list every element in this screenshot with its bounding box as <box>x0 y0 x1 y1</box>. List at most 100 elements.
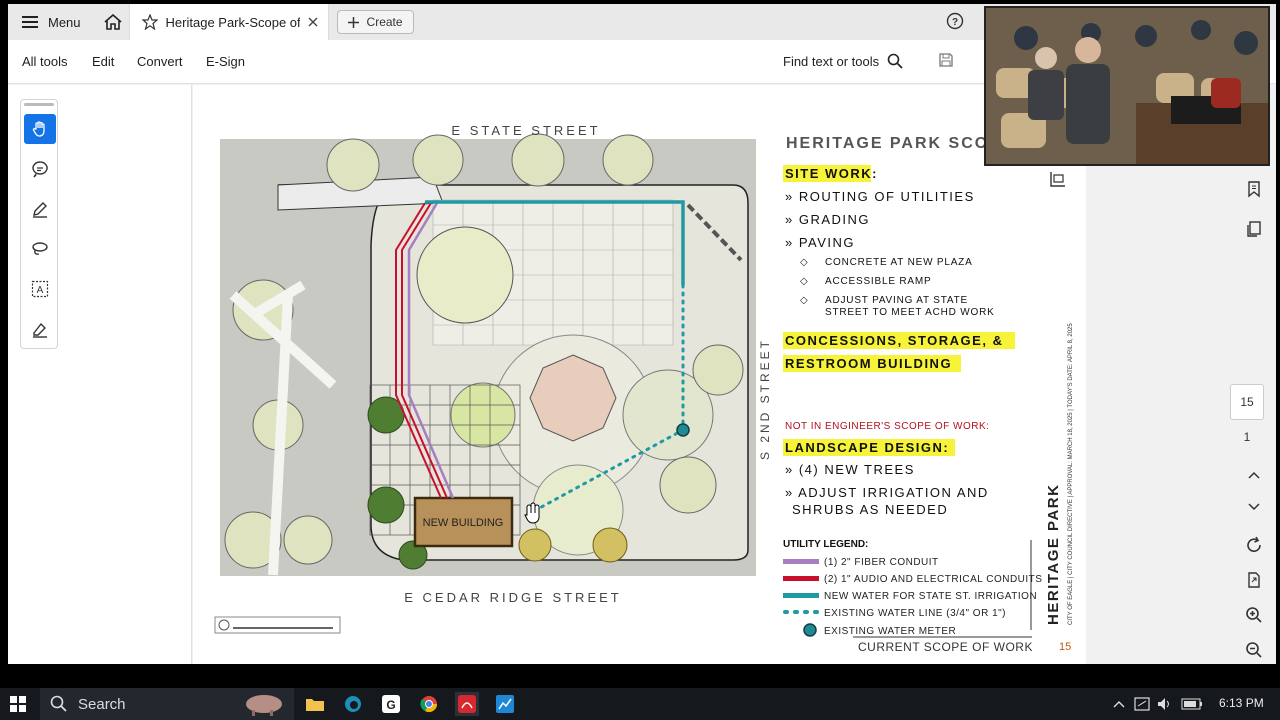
search-icon <box>887 53 903 69</box>
find-text-or-tools[interactable]: Find text or tools <box>783 53 903 69</box>
menu-button[interactable]: Menu <box>8 4 97 40</box>
lasso-icon <box>32 242 48 255</box>
battery-icon <box>1181 698 1202 710</box>
menu-label: Menu <box>48 14 81 30</box>
battery-button[interactable] <box>1180 692 1204 716</box>
scroll-up-button[interactable] <box>1241 462 1267 488</box>
windows-taskbar: Search G 6:13 PM <box>0 688 1280 720</box>
tray-app-button[interactable] <box>1130 692 1154 716</box>
sheet-title: HERITAGE PARK SCO <box>786 135 989 152</box>
draw-tool-button[interactable] <box>24 234 56 264</box>
legend-label: EXISTING WATER METER <box>824 626 956 637</box>
diamond-bullet: ◇ <box>800 295 809 306</box>
legend-swatch-meter <box>803 623 817 637</box>
help-button[interactable]: ? <box>946 12 966 32</box>
site-plan-page: NEW BUILDING E STATE STREET E CEDAR RIDG… <box>214 123 1074 654</box>
bookmark-button[interactable] <box>1241 176 1267 202</box>
paving-item: STREET TO MEET ACHD WORK <box>825 307 995 318</box>
legend-label: EXISTING WATER LINE (3/4" OR 1") <box>824 608 1006 619</box>
sign-tool-button[interactable] <box>24 314 56 344</box>
read-aloud-button[interactable] <box>1048 169 1068 194</box>
concessions-heading: RESTROOM BUILDING <box>785 356 952 371</box>
street-label-bottom: E CEDAR RIDGE STREET <box>404 590 621 605</box>
app-blue-button[interactable] <box>493 692 517 716</box>
water-meter-marker <box>676 423 690 437</box>
search-label: Search <box>78 695 126 713</box>
file-explorer-button[interactable] <box>303 692 327 716</box>
document-tab[interactable]: Heritage Park-Scope of ... <box>128 4 329 40</box>
clock[interactable]: 6:13 PM <box>1219 696 1264 710</box>
diamond-bullet: ◇ <box>800 276 809 287</box>
page-total: 1 <box>1243 430 1251 444</box>
taskbar-search[interactable]: Search <box>40 688 294 720</box>
close-tab-icon[interactable] <box>308 17 318 27</box>
site-item: » PAVING <box>785 235 855 250</box>
zoom-out-button[interactable] <box>1241 637 1267 663</box>
hamburger-icon <box>22 16 38 28</box>
volume-button[interactable] <box>1153 692 1177 716</box>
street-label-top: E STATE STREET <box>451 123 600 138</box>
chevron-up-icon <box>1113 701 1125 708</box>
concessions-heading: CONCESSIONS, STORAGE, & <box>785 333 1003 348</box>
landscape-item: SHRUBS AS NEEDED <box>792 502 948 517</box>
scroll-down-button[interactable] <box>1241 494 1267 520</box>
app-g-button[interactable]: G <box>379 692 403 716</box>
pen-icon <box>33 202 47 218</box>
comment-tool-button[interactable] <box>24 154 56 184</box>
tray-app-icon <box>1134 697 1150 711</box>
edge-browser-button[interactable] <box>341 692 365 716</box>
all-tools-button[interactable]: All tools <box>22 54 68 69</box>
help-icon: ? <box>946 12 964 30</box>
text-box-icon: A <box>31 280 49 298</box>
svg-text:G: G <box>386 698 395 712</box>
zoom-in-icon <box>1246 607 1262 623</box>
folder-icon <box>306 699 324 711</box>
tray-overflow-button[interactable] <box>1107 692 1131 716</box>
chrome-button[interactable] <box>417 692 441 716</box>
acrobat-icon <box>458 695 476 713</box>
chevron-up-icon <box>1248 471 1260 479</box>
legend-swatch-new-water <box>783 593 819 598</box>
speaker-icon <box>1158 698 1169 710</box>
esign-button[interactable]: E-Sign <box>206 54 245 69</box>
save-icon <box>939 53 953 67</box>
home-icon <box>104 14 122 30</box>
convert-button[interactable]: Convert <box>137 54 183 69</box>
zoom-in-button[interactable] <box>1241 602 1267 628</box>
legend-label: (1) 2" FIBER CONDUIT <box>824 557 939 568</box>
text-select-tool-button[interactable]: A <box>24 274 56 304</box>
paving-item: ACCESSIBLE RAMP <box>825 276 931 287</box>
hand-tool-button[interactable] <box>24 114 56 144</box>
plus-icon <box>347 16 359 28</box>
vertical-title: HERITAGE PARK <box>1045 484 1062 625</box>
drag-handle[interactable] <box>24 103 54 106</box>
save-button[interactable] <box>938 52 954 71</box>
diamond-bullet: ◇ <box>800 257 809 268</box>
star-icon[interactable] <box>141 14 158 30</box>
signature-icon <box>33 322 47 338</box>
acrobat-button[interactable] <box>455 692 479 716</box>
create-label: Create <box>366 15 403 29</box>
create-button[interactable]: Create <box>336 10 414 34</box>
chevron-down-icon <box>1248 503 1260 511</box>
landscape-heading: LANDSCAPE DESIGN: <box>785 440 949 455</box>
paving-item: CONCRETE AT NEW PLAZA <box>825 257 973 268</box>
highlight-tool-button[interactable] <box>24 194 56 224</box>
meeting-video-image <box>986 8 1268 164</box>
page-number-input[interactable]: 15 <box>1230 384 1264 420</box>
new-building-label: NEW BUILDING <box>423 517 504 529</box>
landscape-item: » ADJUST IRRIGATION AND <box>785 485 989 500</box>
zoom-out-icon <box>1246 642 1262 658</box>
start-button[interactable] <box>6 692 30 716</box>
pages-button[interactable] <box>1241 216 1267 242</box>
site-item: » ROUTING OF UTILITIES <box>785 189 975 204</box>
home-button[interactable] <box>97 4 129 40</box>
rotate-button[interactable] <box>1241 532 1267 558</box>
site-item: » GRADING <box>785 212 870 227</box>
paving-item: ADJUST PAVING AT STATE <box>825 295 968 306</box>
document-canvas[interactable]: NEW BUILDING E STATE STREET E CEDAR RIDG… <box>193 85 1086 664</box>
bookmark-icon <box>1248 181 1260 198</box>
export-button[interactable] <box>1241 567 1267 593</box>
not-in-scope-note: NOT IN ENGINEER'S SCOPE OF WORK: <box>785 421 989 432</box>
edit-button[interactable]: Edit <box>92 54 114 69</box>
